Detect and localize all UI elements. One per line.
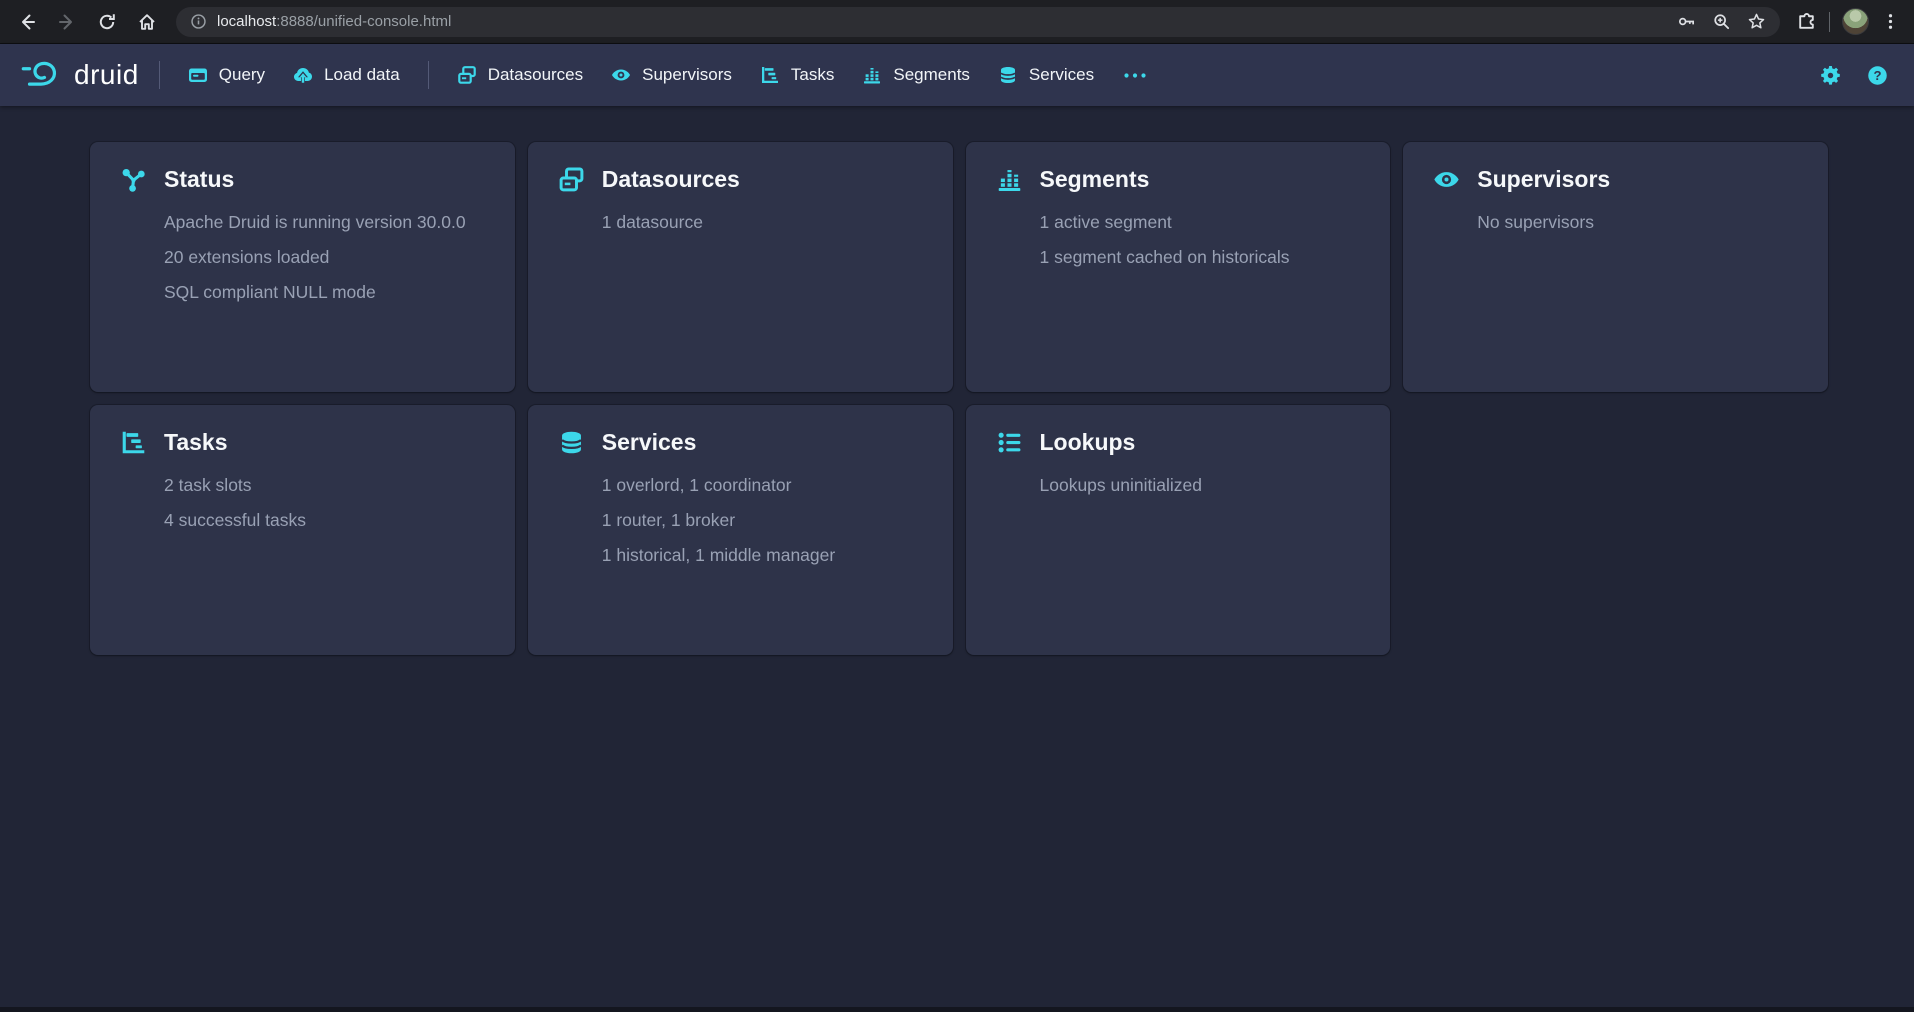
home-card-grid: Status Apache Druid is running version 3… (90, 142, 1828, 655)
bar-chart-icon (996, 166, 1023, 193)
nav-item-query[interactable]: Query (174, 44, 279, 106)
stacked-panels-icon (457, 65, 477, 85)
site-info-icon[interactable] (190, 13, 207, 30)
bookmark-star-icon[interactable] (1747, 12, 1766, 31)
nav-item-label: Services (1029, 65, 1094, 85)
browser-toolbar: localhost:8888/unified-console.html (0, 0, 1914, 44)
datasources-card[interactable]: Datasources 1 datasource (528, 142, 953, 392)
nav-item-services[interactable]: Services (984, 44, 1108, 106)
back-arrow-icon (17, 12, 37, 32)
nav-item-label: Query (219, 65, 265, 85)
status-card[interactable]: Status Apache Druid is running version 3… (90, 142, 515, 392)
nav-item-label: Load data (324, 65, 400, 85)
window-bottom-edge (0, 1007, 1914, 1012)
settings-gear-icon[interactable] (1820, 65, 1841, 86)
segments-card[interactable]: Segments 1 active segment 1 segment cach… (966, 142, 1391, 392)
help-icon[interactable]: ? (1867, 65, 1888, 86)
graph-icon (120, 166, 147, 193)
card-title: Status (164, 166, 234, 193)
extensions-icon[interactable] (1796, 11, 1817, 32)
active-segments-text: 1 active segment (1040, 205, 1361, 240)
nav-item-load-data[interactable]: Load data (279, 44, 414, 106)
druid-wordmark: druid (74, 59, 139, 91)
nav-item-segments[interactable]: Segments (848, 44, 984, 106)
status-version-text: Apache Druid is running version 30.0.0 (164, 205, 485, 240)
properties-icon (996, 429, 1023, 456)
console-icon (188, 65, 208, 85)
lookups-card[interactable]: Lookups Lookups uninitialized (966, 405, 1391, 655)
card-title: Segments (1040, 166, 1150, 193)
status-null-mode-text: SQL compliant NULL mode (164, 275, 485, 310)
nav-item-label: Datasources (488, 65, 583, 85)
services-line-1: 1 overlord, 1 coordinator (602, 468, 923, 503)
toolbar-divider (1829, 12, 1830, 32)
database-icon (998, 65, 1018, 85)
bar-chart-icon (862, 65, 882, 85)
navbar-divider (159, 61, 160, 89)
task-slots-text: 2 task slots (164, 468, 485, 503)
tasks-card[interactable]: Tasks 2 task slots 4 successful tasks (90, 405, 515, 655)
reload-icon (97, 12, 117, 32)
forward-button[interactable] (50, 5, 84, 39)
nav-item-label: Tasks (791, 65, 834, 85)
navbar-divider (428, 61, 429, 89)
card-title: Lookups (1040, 429, 1136, 456)
svg-text:?: ? (1873, 68, 1881, 83)
stacked-panels-icon (558, 166, 585, 193)
back-button[interactable] (10, 5, 44, 39)
profile-avatar[interactable] (1842, 8, 1869, 35)
gantt-chart-icon (120, 429, 147, 456)
nav-item-supervisors[interactable]: Supervisors (597, 44, 746, 106)
druid-logo-icon (20, 57, 62, 93)
eye-icon (1433, 166, 1460, 193)
successful-tasks-text: 4 successful tasks (164, 503, 485, 538)
card-title: Services (602, 429, 697, 456)
more-dots-icon (1122, 71, 1148, 80)
supervisors-count-text: No supervisors (1477, 205, 1798, 240)
home-icon (137, 12, 157, 32)
password-key-icon[interactable] (1677, 12, 1696, 31)
cached-segments-text: 1 segment cached on historicals (1040, 240, 1361, 275)
home-button[interactable] (130, 5, 164, 39)
card-title: Tasks (164, 429, 228, 456)
nav-item-label: Segments (893, 65, 970, 85)
url-path: :8888/unified-console.html (276, 13, 451, 30)
nav-item-label: Supervisors (642, 65, 732, 85)
status-extensions-text: 20 extensions loaded (164, 240, 485, 275)
forward-arrow-icon (57, 12, 77, 32)
nav-item-tasks[interactable]: Tasks (746, 44, 848, 106)
druid-navbar: druid Query Load data Datasources Superv… (0, 44, 1914, 106)
address-bar[interactable]: localhost:8888/unified-console.html (176, 7, 1780, 37)
database-icon (558, 429, 585, 456)
services-line-3: 1 historical, 1 middle manager (602, 538, 923, 573)
card-title: Datasources (602, 166, 740, 193)
nav-item-datasources[interactable]: Datasources (443, 44, 597, 106)
url-text[interactable]: localhost:8888/unified-console.html (217, 13, 1667, 30)
services-card[interactable]: Services 1 overlord, 1 coordinator 1 rou… (528, 405, 953, 655)
gantt-chart-icon (760, 65, 780, 85)
cloud-upload-icon (293, 65, 313, 85)
eye-icon (611, 65, 631, 85)
card-title: Supervisors (1477, 166, 1610, 193)
services-line-2: 1 router, 1 broker (602, 503, 923, 538)
datasource-count-text: 1 datasource (602, 205, 923, 240)
druid-brand[interactable]: druid (20, 57, 145, 93)
url-host: localhost (217, 13, 276, 30)
zoom-icon[interactable] (1712, 12, 1731, 31)
lookups-status-text: Lookups uninitialized (1040, 468, 1361, 503)
more-menu-button[interactable] (1108, 44, 1162, 106)
supervisors-card[interactable]: Supervisors No supervisors (1403, 142, 1828, 392)
reload-button[interactable] (90, 5, 124, 39)
browser-menu-icon[interactable] (1881, 12, 1900, 31)
